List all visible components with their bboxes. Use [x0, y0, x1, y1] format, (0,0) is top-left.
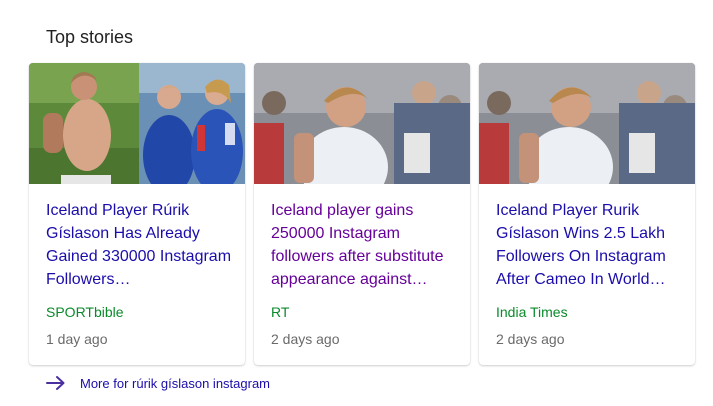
story-carousel: Iceland Player Rúrik Gíslason Has Alread…: [29, 63, 695, 365]
story-source-1: SPORTbible: [46, 304, 124, 320]
story-thumbnail-3[interactable]: [479, 63, 695, 184]
story-headline-3[interactable]: Iceland Player Rurik Gíslason Wins 2.5 L…: [496, 199, 682, 291]
story-thumbnail-2[interactable]: [254, 63, 470, 184]
story-card-3[interactable]: Iceland Player Rurik Gíslason Wins 2.5 L…: [479, 63, 695, 365]
section-title: Top stories: [46, 27, 134, 47]
story-timestamp-2: 2 days ago: [271, 331, 340, 347]
story-card-2[interactable]: Iceland player gains 250000 Instagram fo…: [254, 63, 470, 365]
top-stories-module: Top stories Iceland Player Rúrik Gíslaso…: [0, 0, 713, 406]
story-headline-1[interactable]: Iceland Player Rúrik Gíslason Has Alread…: [46, 199, 232, 291]
more-stories-link[interactable]: More for rúrik gíslason instagram: [46, 375, 270, 391]
story-card-1[interactable]: Iceland Player Rúrik Gíslason Has Alread…: [29, 63, 245, 365]
story-source-2: RT: [271, 304, 290, 320]
story-timestamp-3: 2 days ago: [496, 331, 565, 347]
story-headline-2[interactable]: Iceland player gains 250000 Instagram fo…: [271, 199, 457, 291]
story-thumbnail-1[interactable]: [29, 63, 245, 184]
story-source-3: India Times: [496, 304, 568, 320]
arrow-right-icon: [46, 376, 65, 390]
story-timestamp-1: 1 day ago: [46, 331, 108, 347]
more-stories-label[interactable]: More for rúrik gíslason instagram: [80, 376, 270, 391]
